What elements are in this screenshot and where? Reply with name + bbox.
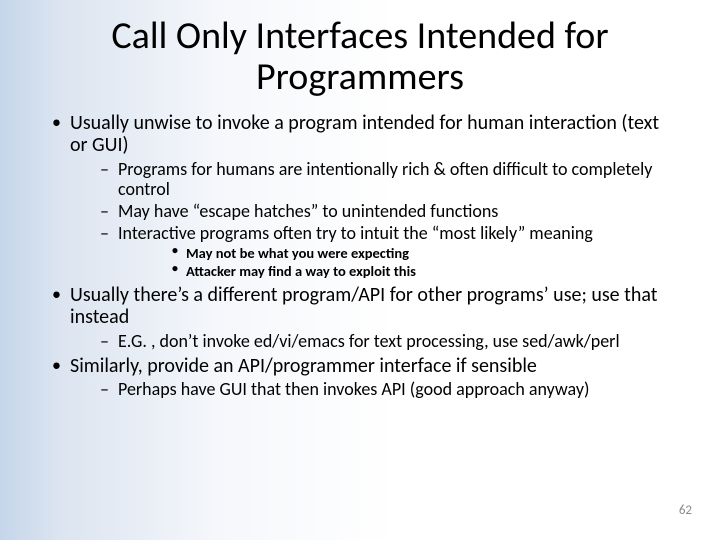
slide: Call Only Interfaces Intended for Progra…: [0, 0, 720, 540]
subsub-item: Attacker may find a way to exploit this: [118, 263, 680, 280]
slide-title: Call Only Interfaces Intended for Progra…: [40, 16, 680, 98]
page-number: 62: [679, 503, 692, 518]
sub-list: E.G. , don’t invoke ed/vi/emacs for text…: [70, 331, 680, 351]
sub-text: May have “escape hatches” to unintended …: [118, 200, 498, 222]
sub-text: Interactive programs often try to intuit…: [118, 222, 593, 244]
sub-item: Interactive programs often try to intuit…: [70, 223, 680, 280]
subsub-text: Attacker may find a way to exploit this: [186, 262, 416, 280]
sub-text: Programs for humans are intentionally ri…: [118, 158, 652, 200]
subsub-list: May not be what you were expecting Attac…: [118, 245, 680, 279]
bullet-text: Usually there’s a different program/API …: [70, 283, 657, 329]
bullet-item: Usually there’s a different program/API …: [40, 284, 680, 351]
sub-list: Perhaps have GUI that then invokes API (…: [70, 379, 680, 399]
subsub-text: May not be what you were expecting: [186, 244, 409, 262]
sub-list: Programs for humans are intentionally ri…: [70, 159, 680, 280]
bullet-item: Similarly, provide an API/programmer int…: [40, 355, 680, 400]
sub-item: May have “escape hatches” to unintended …: [70, 201, 680, 221]
bullet-text: Similarly, provide an API/programmer int…: [70, 354, 537, 378]
subsub-item: May not be what you were expecting: [118, 245, 680, 262]
sub-item: E.G. , don’t invoke ed/vi/emacs for text…: [70, 331, 680, 351]
sub-text: Perhaps have GUI that then invokes API (…: [118, 378, 589, 400]
sub-item: Programs for humans are intentionally ri…: [70, 159, 680, 199]
bullet-list: Usually unwise to invoke a program inten…: [40, 112, 680, 399]
bullet-text: Usually unwise to invoke a program inten…: [70, 111, 659, 157]
bullet-item: Usually unwise to invoke a program inten…: [40, 112, 680, 280]
sub-text: E.G. , don’t invoke ed/vi/emacs for text…: [118, 330, 620, 352]
sub-item: Perhaps have GUI that then invokes API (…: [70, 379, 680, 399]
